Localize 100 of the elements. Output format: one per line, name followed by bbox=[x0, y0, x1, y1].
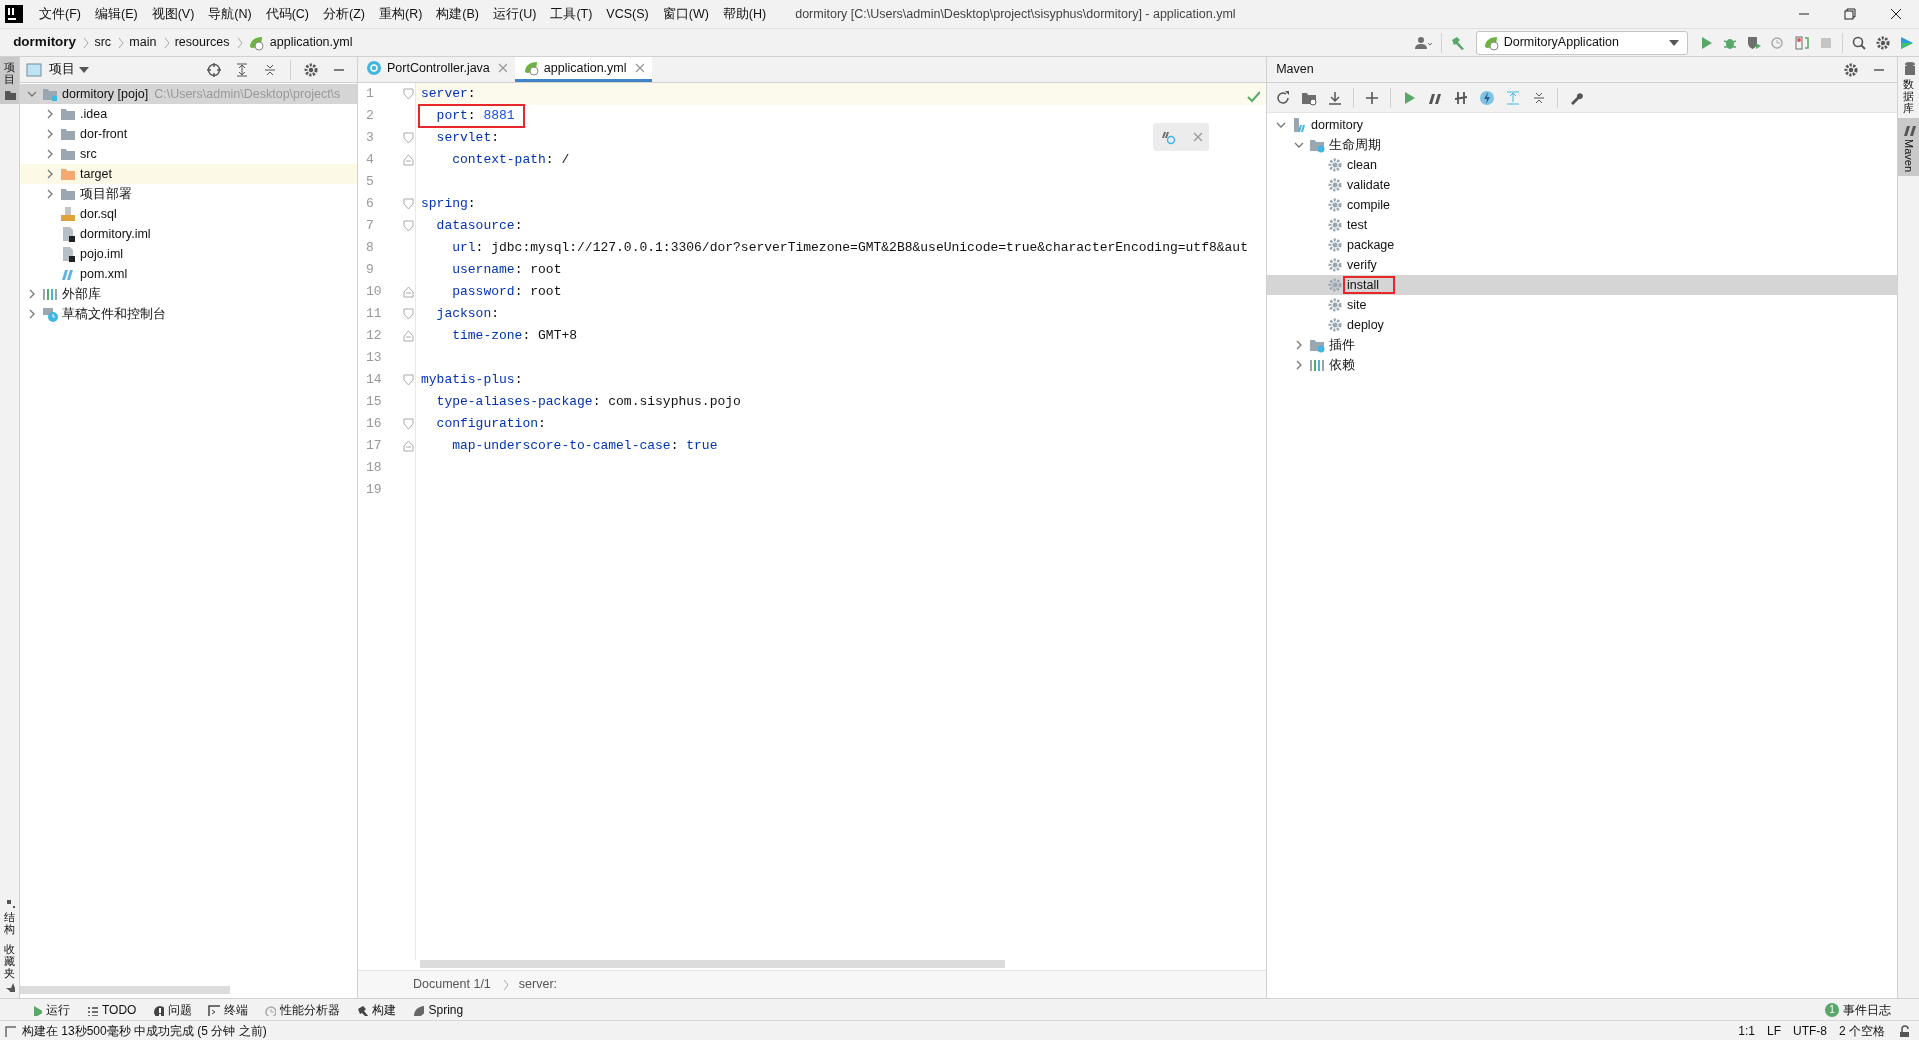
tree-row[interactable]: deploy bbox=[1267, 315, 1897, 335]
tree-row[interactable]: 项目部署 bbox=[20, 184, 357, 204]
menu-item[interactable]: 工具(T) bbox=[543, 4, 600, 24]
tree-row[interactable]: 生命周期 bbox=[1267, 135, 1897, 155]
breadcrumb-item[interactable]: Document 1/1 bbox=[413, 975, 491, 994]
tree-label: test bbox=[1347, 216, 1368, 234]
code-line: username: root bbox=[451, 262, 562, 277]
menu-item[interactable]: 帮助(H) bbox=[715, 4, 774, 24]
menu-item[interactable]: 窗口(W) bbox=[655, 4, 716, 24]
line-number: 11 bbox=[366, 306, 382, 321]
tree-label: 插件 bbox=[1329, 336, 1355, 354]
menu-item[interactable]: 重构(R) bbox=[372, 4, 430, 24]
tree-row[interactable]: 外部库 bbox=[20, 284, 357, 304]
line-number: 16 bbox=[366, 416, 382, 431]
tree-label: 项目部署 bbox=[80, 185, 132, 203]
line-number: 19 bbox=[366, 482, 382, 497]
event-log-button[interactable]: 1 事件日志 bbox=[1817, 1000, 1919, 1019]
tree-row[interactable]: dormitory [pojo] C:\Users\admin\Desktop\project\s bbox=[20, 84, 357, 104]
tool-window-button[interactable]: 终端 bbox=[200, 1000, 257, 1019]
tree-label: target bbox=[80, 165, 112, 183]
menu-item[interactable]: 构建(B) bbox=[429, 4, 487, 24]
tree-row[interactable]: pojo.iml bbox=[20, 244, 357, 264]
code-line: type-aliases-package: com.sisyphus.pojo bbox=[435, 394, 741, 409]
tree-label: dor.sql bbox=[80, 205, 117, 223]
menu-item[interactable]: 代码(C) bbox=[258, 4, 317, 24]
breadcrumb-item[interactable]: server: bbox=[518, 975, 558, 994]
tree-row[interactable]: src bbox=[20, 144, 357, 164]
tree-label: validate bbox=[1347, 176, 1391, 194]
breadcrumb-item[interactable]: src bbox=[91, 33, 115, 52]
tool-window-button[interactable]: 性能分析器 bbox=[256, 1000, 349, 1019]
run-configuration-dropdown[interactable]: DormitoryApplication bbox=[1475, 30, 1688, 55]
code-line: mybatis-plus: bbox=[421, 372, 523, 387]
tree-label: src bbox=[80, 145, 97, 163]
panel-title: Maven bbox=[1276, 61, 1314, 79]
tree-row[interactable]: .idea bbox=[20, 104, 357, 124]
breadcrumb-item[interactable]: resources bbox=[171, 33, 233, 52]
side-tab[interactable]: 收藏夹 bbox=[0, 938, 19, 998]
side-tab[interactable]: Maven bbox=[1898, 118, 1919, 177]
tool-window-button[interactable]: TODO bbox=[78, 1000, 145, 1019]
breadcrumb-item[interactable]: application.yml bbox=[266, 33, 356, 52]
tree-row[interactable]: target bbox=[20, 164, 357, 184]
line-number: 3 bbox=[366, 130, 374, 145]
panel-title[interactable]: 项目 bbox=[49, 60, 76, 79]
tree-row[interactable]: 草稿文件和控制台 bbox=[20, 304, 357, 324]
tree-label: verify bbox=[1347, 256, 1377, 274]
line-number: 18 bbox=[366, 460, 382, 475]
code-line: url: jdbc:mysql://127.0.0.1:3306/dor?serverTimezone=GMT&2B8&useUnicode=true&characterEncoding=utf8&aut bbox=[451, 240, 1248, 255]
menu-item[interactable]: 文件(F) bbox=[32, 4, 88, 24]
status-item[interactable]: LF bbox=[1760, 1021, 1787, 1040]
tree-row[interactable]: compile bbox=[1267, 195, 1897, 215]
tree-label: pom.xml bbox=[80, 265, 128, 283]
tree-row[interactable]: clean bbox=[1267, 155, 1897, 175]
editor-tab[interactable]: application.yml bbox=[514, 57, 652, 82]
menu-item[interactable]: 分析(Z) bbox=[316, 4, 372, 24]
breadcrumb-item[interactable]: main bbox=[126, 33, 160, 52]
tree-label: 草稿文件和控制台 bbox=[62, 305, 166, 323]
editor-tab[interactable]: PortController.java bbox=[358, 57, 515, 82]
tree-row[interactable]: validate bbox=[1267, 175, 1897, 195]
menu-item[interactable]: 导航(N) bbox=[201, 4, 259, 24]
menu-item[interactable]: 编辑(E) bbox=[87, 4, 145, 24]
code-line: password: root bbox=[451, 284, 562, 299]
tool-window-button[interactable]: 构建 bbox=[348, 1000, 405, 1019]
tree-label: dor-front bbox=[80, 125, 128, 143]
line-number: 17 bbox=[366, 438, 382, 453]
menu-item[interactable]: 视图(V) bbox=[144, 4, 202, 24]
status-message: 构建在 13秒500毫秒 中成功完成 (5 分钟 之前) bbox=[21, 1022, 268, 1040]
tree-row[interactable]: 插件 bbox=[1267, 335, 1897, 355]
side-tab[interactable]: 数据库 bbox=[1898, 57, 1919, 119]
count-badge: 1 bbox=[1825, 1002, 1839, 1017]
line-number: 6 bbox=[366, 196, 374, 211]
tree-row[interactable]: dormitory.iml bbox=[20, 224, 357, 244]
code-line: configuration: bbox=[435, 416, 546, 431]
tool-window-button[interactable]: 运行 bbox=[22, 1000, 78, 1019]
tree-label: dormitory.iml bbox=[80, 225, 151, 243]
status-item[interactable]: 2 个空格 bbox=[1833, 1021, 1891, 1040]
line-number: 1 bbox=[366, 86, 374, 101]
line-number: 13 bbox=[366, 350, 382, 365]
tree-row[interactable]: 依赖 bbox=[1267, 355, 1897, 375]
tree-row[interactable]: site bbox=[1267, 295, 1897, 315]
tool-window-button[interactable]: 问题 bbox=[144, 1000, 201, 1019]
tree-row[interactable]: dormitory bbox=[1267, 115, 1897, 135]
status-item[interactable]: UTF-8 bbox=[1787, 1021, 1833, 1040]
tree-label: 生命周期 bbox=[1329, 136, 1381, 154]
tree-row[interactable]: install bbox=[1267, 275, 1897, 295]
tree-row[interactable]: dor-front bbox=[20, 124, 357, 144]
tree-row[interactable]: pom.xml bbox=[20, 264, 357, 284]
tree-row[interactable]: package bbox=[1267, 235, 1897, 255]
tree-row[interactable]: verify bbox=[1267, 255, 1897, 275]
tree-label: package bbox=[1347, 236, 1395, 254]
menu-item[interactable]: VCS(S) bbox=[599, 4, 656, 24]
side-tab[interactable]: 项目 bbox=[0, 57, 19, 105]
menu-item[interactable]: 运行(U) bbox=[486, 4, 544, 24]
tree-label: pojo.iml bbox=[80, 245, 124, 263]
tree-row[interactable]: test bbox=[1267, 215, 1897, 235]
path-text: C:\Users\admin\Desktop\project\s bbox=[154, 85, 341, 103]
tree-row[interactable]: dor.sql bbox=[20, 204, 357, 224]
status-item[interactable]: 1:1 bbox=[1732, 1021, 1761, 1040]
side-tab[interactable]: 结构 bbox=[0, 893, 19, 939]
tool-window-button[interactable]: Spring bbox=[404, 1000, 472, 1019]
breadcrumb-item[interactable]: dormitory bbox=[10, 32, 80, 53]
